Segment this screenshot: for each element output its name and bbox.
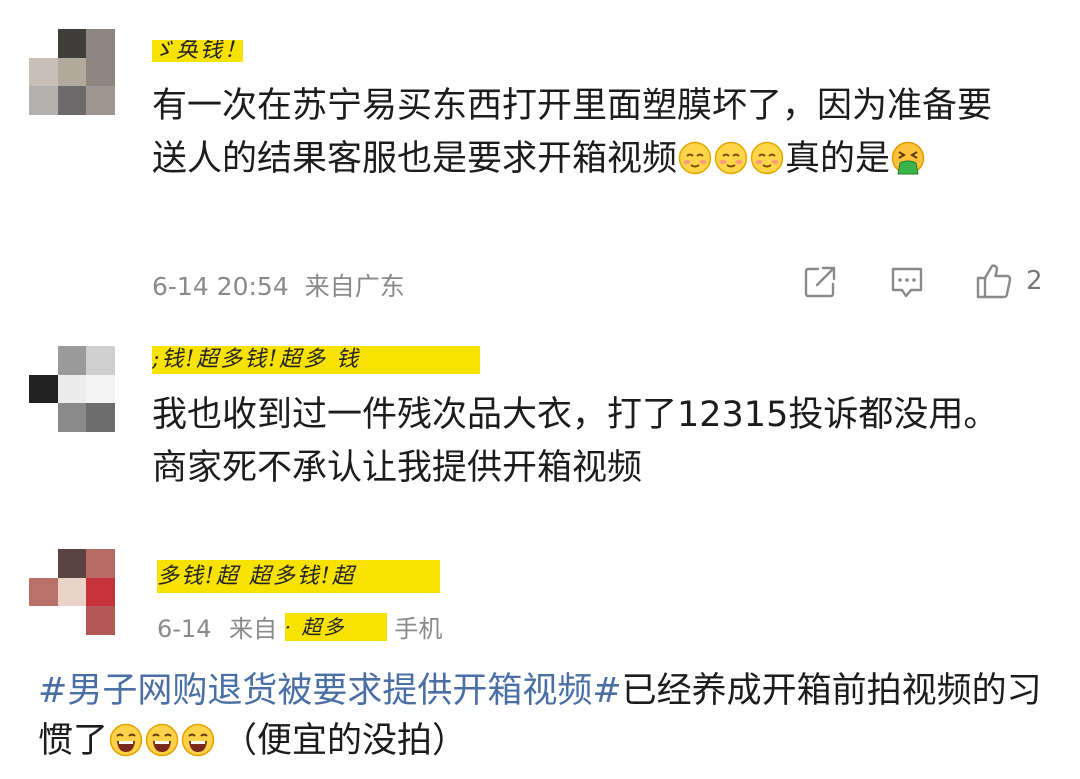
hashtag-link[interactable]: #男子网购退货被要求提供开箱视频#	[38, 671, 622, 711]
avatar-tile	[86, 374, 115, 404]
avatar-tile	[57, 57, 87, 87]
avatar-tile	[29, 374, 58, 404]
avatar-tile	[57, 86, 87, 115]
timestamp: 6-14	[157, 615, 212, 643]
avatar-tile	[29, 577, 58, 607]
avatar[interactable]	[29, 29, 115, 115]
avatar-tile	[86, 86, 115, 115]
avatar-tile	[86, 57, 115, 87]
share-button[interactable]	[802, 264, 838, 304]
laughing-face-icon	[145, 721, 179, 757]
location-prefix: 来自	[229, 615, 278, 643]
comment-text: 我也收到过一件残次品大衣，打了12315投诉都没用。商家死不承认让我提供开箱视频	[152, 389, 1022, 495]
comment-button[interactable]	[889, 264, 925, 304]
avatar-tile	[29, 346, 58, 375]
avatar-tile	[57, 403, 87, 432]
avatar-tile	[57, 374, 87, 404]
blushing-face-icon	[750, 138, 784, 175]
comment-text: 有一次在苏宁易买东西打开里面塑膜坏了，因为准备要送人的结果客服也是要求开箱视频真…	[152, 80, 1022, 186]
vomiting-face-icon	[891, 138, 925, 175]
avatar-tile	[29, 549, 58, 578]
post-caption: #男子网购退货被要求提供开箱视频#已经养成开箱前拍视频的习惯了 （便宜的没拍）	[38, 666, 1048, 766]
avatar-tile	[57, 346, 87, 375]
redacted-device: · 超多	[284, 613, 387, 641]
timestamp: 6-14 20:54	[152, 272, 289, 301]
avatar-tile	[29, 86, 58, 115]
comment-body: 我也收到过一件残次品大衣，打了12315投诉都没用。商家死不承认让我提供开箱视频	[152, 395, 999, 488]
avatar-tile	[86, 577, 115, 607]
redacted-username[interactable]: 多钱!超 超多钱!超	[157, 560, 440, 593]
like-button[interactable]	[975, 262, 1013, 304]
avatar-tile	[86, 29, 115, 58]
avatar[interactable]	[29, 549, 115, 635]
avatar[interactable]	[29, 346, 115, 432]
avatar-tile	[29, 403, 58, 432]
location-suffix: 手机	[394, 615, 443, 643]
avatar-tile	[29, 57, 58, 87]
thumbs-up-icon	[976, 264, 1012, 299]
caption-tail: （便宜的没拍）	[222, 721, 468, 761]
comment-meta: 6-14 20:54 来自广东	[152, 267, 405, 303]
share-icon	[804, 266, 836, 298]
avatar-tile	[86, 549, 115, 578]
comment-body-tail: 真的是	[785, 139, 891, 179]
laughing-face-icon	[109, 721, 143, 757]
redacted-username[interactable]: ゞ奂钱！	[152, 40, 243, 62]
comment-icon	[891, 267, 923, 298]
blushing-face-icon	[714, 138, 748, 175]
avatar-tile	[57, 606, 87, 635]
comment-meta: 6-14 来自 · 超多 手机	[157, 609, 442, 644]
avatar-tile	[29, 29, 58, 58]
location: 来自广东	[304, 272, 405, 301]
avatar-tile	[86, 346, 115, 375]
like-count: 2	[1026, 266, 1043, 296]
avatar-tile	[57, 549, 87, 578]
avatar-tile	[29, 606, 58, 635]
avatar-tile	[86, 403, 115, 432]
laughing-face-icon	[181, 721, 215, 757]
blushing-face-icon	[678, 138, 712, 175]
avatar-tile	[57, 29, 87, 58]
avatar-tile	[86, 606, 115, 635]
redacted-username[interactable]: ;钱!超多钱!超多 钱	[152, 346, 480, 374]
avatar-tile	[57, 577, 87, 607]
